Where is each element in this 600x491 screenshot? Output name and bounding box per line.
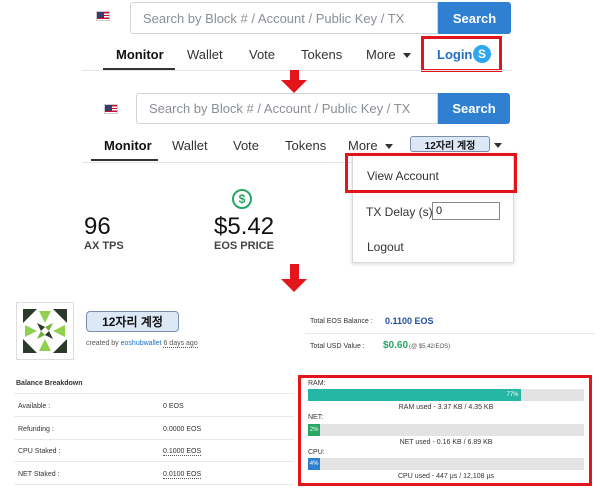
nav-monitor[interactable]: Monitor (104, 138, 152, 153)
created-by-prefix: created by (86, 340, 119, 347)
balance-divider (14, 484, 294, 485)
balance-divider (14, 461, 294, 462)
nav-vote[interactable]: Vote (249, 47, 275, 62)
balance-row-value: 0 EOS (163, 403, 184, 410)
ram-bar-fill: 77% (308, 389, 521, 401)
total-eos-value: 0.1100 EOS (385, 316, 434, 326)
logout-menu-item[interactable]: Logout (367, 240, 404, 254)
down-arrow-2-icon (281, 279, 307, 292)
us-flag-icon[interactable] (104, 104, 118, 114)
dollar-circle-icon: $ (232, 189, 252, 209)
identicon-icon (23, 309, 67, 353)
down-arrow-1-icon (281, 80, 307, 93)
balance-row-value: 0.1000 EOS (163, 448, 202, 456)
total-usd-label: Total USD Value : (310, 343, 365, 350)
tx-delay-input[interactable]: 0 (432, 202, 500, 220)
max-tps-value: 96 (84, 213, 111, 240)
balance-row-label: NET Staked : (18, 471, 60, 478)
search-button[interactable]: Search (438, 93, 510, 124)
nav-tokens[interactable]: Tokens (285, 138, 326, 153)
nav-wallet[interactable]: Wallet (187, 47, 223, 62)
ram-caption: RAM used - 3.37 KB / 4.35 KB (398, 404, 494, 411)
account-name-badge: 12자리 계정 (86, 311, 179, 332)
total-usd-value: $0.60 (383, 340, 409, 351)
balance-row-label: Refunding : (18, 426, 54, 433)
tx-delay-label: TX Delay (s): (366, 205, 437, 219)
balance-breakdown-title: Balance Breakdown (16, 380, 83, 387)
ram-bar-track: 77% (308, 389, 584, 401)
search-button-label: Search (452, 101, 496, 116)
view-account-menu-item[interactable]: View Account (367, 169, 439, 183)
totals-divider (305, 333, 595, 334)
created-by-line: created by eoshubwallet 6 days ago (86, 340, 198, 348)
max-tps-label: AX TPS (84, 240, 124, 252)
cpu-caption: CPU used - 447 µs / 12,108 µs (397, 473, 494, 480)
scatter-logo-icon[interactable]: S (473, 45, 491, 63)
down-arrow-2-stem (290, 264, 299, 280)
net-caption: NET used - 0.16 KB / 6.89 KB (399, 439, 493, 446)
search-input[interactable]: Search by Block # / Account / Public Key… (130, 2, 438, 34)
ram-label: RAM: (308, 380, 326, 387)
net-bar-fill: 2% (308, 424, 321, 436)
balance-row-label: CPU Staked : (18, 448, 61, 455)
account-chevron-down-icon[interactable] (494, 143, 502, 148)
nav-more[interactable]: More (348, 138, 378, 153)
nav-monitor[interactable]: Monitor (116, 47, 164, 62)
balance-divider (14, 439, 294, 440)
chevron-down-icon (385, 144, 393, 149)
total-eos-label: Total EOS Balance : (310, 318, 373, 325)
cpu-bar-fill: 4% (308, 458, 321, 470)
nav-more[interactable]: More (366, 47, 396, 62)
eos-price-label: EOS PRICE (214, 240, 274, 252)
balance-divider (14, 393, 294, 394)
nav-wallet[interactable]: Wallet (172, 138, 208, 153)
search-button-label: Search (452, 10, 497, 26)
tx-delay-value: 0 (436, 205, 443, 217)
total-usd-note: (@ $5.42/EOS) (409, 344, 451, 350)
balance-row-label: Available : (18, 403, 51, 410)
search-input[interactable]: Search by Block # / Account / Public Key… (136, 93, 438, 124)
chevron-down-icon (403, 53, 411, 58)
search-placeholder: Search by Block # / Account / Public Key… (149, 101, 411, 116)
net-bar-track: 2% (308, 424, 584, 436)
cpu-bar-track: 4% (308, 458, 584, 470)
us-flag-icon[interactable] (96, 11, 110, 21)
account-name: 12자리 계정 (424, 140, 476, 152)
eos-price-value: $5.42 (214, 213, 275, 240)
search-button[interactable]: Search (438, 2, 511, 34)
account-name-badge[interactable]: 12자리 계정 (410, 136, 490, 152)
creator-link[interactable]: eoshubwallet (121, 340, 162, 347)
cpu-label: CPU: (308, 449, 325, 456)
created-ago: 6 days ago (163, 340, 198, 348)
nav-vote[interactable]: Vote (233, 138, 259, 153)
balance-divider (14, 416, 294, 417)
nav-tokens[interactable]: Tokens (301, 47, 342, 62)
net-label: NET: (308, 414, 324, 421)
balance-row-value: 0.0100 EOS (163, 471, 202, 479)
net-percent: 2% (309, 427, 319, 433)
search-placeholder: Search by Block # / Account / Public Key… (143, 10, 405, 26)
ram-percent: 77% (506, 392, 519, 398)
cpu-percent: 4% (309, 461, 319, 467)
login-button[interactable]: Login (437, 47, 472, 62)
nav-active-underline (91, 159, 158, 161)
balance-row-value: 0.0000 EOS (163, 426, 202, 433)
account-name: 12자리 계정 (102, 315, 163, 329)
account-avatar (16, 302, 74, 360)
